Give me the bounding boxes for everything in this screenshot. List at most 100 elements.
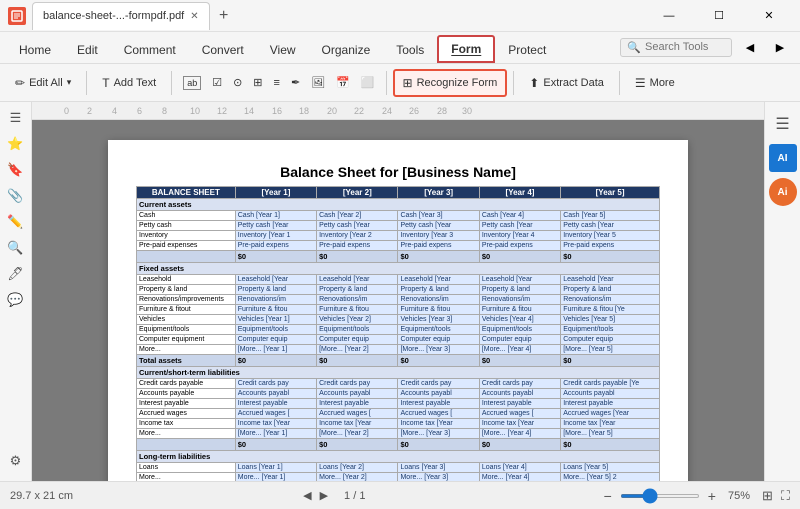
- tab-close-icon[interactable]: ✕: [190, 11, 198, 22]
- maximize-button[interactable]: ☐: [696, 0, 742, 32]
- panel-icon-settings[interactable]: ⚙: [4, 449, 28, 473]
- new-tab-button[interactable]: +: [212, 4, 236, 28]
- title-bar-controls: — ☐ ✕: [646, 0, 792, 32]
- nav-next-icon[interactable]: ▶: [320, 489, 328, 502]
- table-row: CashCash [Year 1]Cash [Year 2]Cash [Year…: [137, 211, 660, 221]
- panel-icon-menu[interactable]: ☰: [4, 106, 28, 130]
- table-row: Furniture & fitoutFurniture & fitouFurni…: [137, 305, 660, 315]
- subtotal-current-liab: $0$0$0$0$0: [137, 439, 660, 451]
- col-header-0: BALANCE SHEET: [137, 187, 236, 199]
- zoom-in-icon[interactable]: +: [708, 488, 716, 504]
- ribbon-tabs: Home Edit Comment Convert View Organize …: [0, 32, 800, 64]
- separator-5: [619, 71, 620, 95]
- main-area: ☰ ⭐ 🔖 📎 ✏️ 🔍 🖊 💬 ⚙ 0 2 4 6 8 10 12 14 16…: [0, 102, 800, 481]
- document-area[interactable]: Balance Sheet for [Business Name] BALANC…: [32, 120, 764, 481]
- list-box-button[interactable]: ≡: [269, 69, 285, 97]
- ribbon-right: 🔍 ◀ ▶: [620, 31, 794, 63]
- panel-icon-edit[interactable]: ✏️: [4, 210, 28, 234]
- table-row: More...More... [Year 1]More... [Year 2]M…: [137, 473, 660, 482]
- panel-icon-attach[interactable]: 📎: [4, 184, 28, 208]
- table-row: Accrued wagesAccrued wages [Accrued wage…: [137, 409, 660, 419]
- panel-right-ai-blue-icon[interactable]: AI: [769, 144, 797, 172]
- panel-icon-comment[interactable]: 💬: [4, 288, 28, 312]
- panel-right-ai-orange-icon[interactable]: Ai: [769, 178, 797, 206]
- minimize-button[interactable]: —: [646, 0, 692, 32]
- text-field-button[interactable]: ab: [178, 69, 206, 97]
- table-row: LeaseholdLeasehold [YearLeasehold [YearL…: [137, 275, 660, 285]
- ruler-horizontal: 0 2 4 6 8 10 12 14 16 18 20 22 24 26 28 …: [32, 102, 764, 120]
- button-field-button[interactable]: ⬜: [356, 69, 380, 97]
- tab-home[interactable]: Home: [6, 35, 64, 63]
- tab-edit[interactable]: Edit: [64, 35, 111, 63]
- close-button[interactable]: ✕: [746, 0, 792, 32]
- tab-protect[interactable]: Protect: [495, 35, 559, 63]
- section-current-assets: Current assets: [137, 199, 660, 211]
- zoom-out-icon[interactable]: −: [604, 488, 612, 504]
- document-page: Balance Sheet for [Business Name] BALANC…: [108, 140, 688, 481]
- table-row: Petty cashPetty cash [YearPetty cash [Ye…: [137, 221, 660, 231]
- recognize-form-button[interactable]: ⊞ Recognize Form: [393, 69, 508, 97]
- tab-convert[interactable]: Convert: [189, 35, 257, 63]
- section-label-current-liabilities: Current/short-term liabilities: [137, 367, 660, 379]
- separator-4: [513, 71, 514, 95]
- total-assets-row: Total assets$0$0$0$0$0: [137, 355, 660, 367]
- tab-view[interactable]: View: [257, 35, 309, 63]
- section-fixed-assets: Fixed assets: [137, 263, 660, 275]
- table-row: Accounts payableAccounts payablAccounts …: [137, 389, 660, 399]
- date-field-button[interactable]: 📅: [331, 69, 355, 97]
- radio-button[interactable]: ⊙: [228, 69, 247, 97]
- extract-data-label: Extract Data: [543, 77, 604, 89]
- col-header-2: [Year 2]: [317, 187, 398, 199]
- table-row: Income taxIncome tax [YearIncome tax [Ye…: [137, 419, 660, 429]
- edit-all-label: Edit All: [29, 77, 63, 89]
- table-row: Equipment/toolsEquipment/toolsEquipment/…: [137, 325, 660, 335]
- checkbox-button[interactable]: ☑: [207, 69, 227, 97]
- chevron-down-icon: ▾: [67, 77, 72, 88]
- content-area: 0 2 4 6 8 10 12 14 16 18 20 22 24 26 28 …: [32, 102, 764, 481]
- table-row: InventoryInventory [Year 1Inventory [Yea…: [137, 231, 660, 241]
- signature-button[interactable]: ✒: [286, 69, 305, 97]
- back-button[interactable]: ◀: [736, 31, 764, 63]
- section-label-longterm-liabilities: Long-term liabilities: [137, 451, 660, 463]
- add-text-button[interactable]: T Add Text: [93, 69, 165, 97]
- document-tab[interactable]: balance-sheet-...-formpdf.pdf ✕: [32, 2, 210, 30]
- col-header-1: [Year 1]: [235, 187, 316, 199]
- search-tools-input[interactable]: [645, 41, 725, 53]
- fullscreen-icon[interactable]: ⛶: [781, 488, 790, 504]
- more-button[interactable]: ☰ More: [626, 69, 684, 97]
- zoom-slider[interactable]: [620, 494, 700, 498]
- panel-icon-pages[interactable]: 🔖: [4, 158, 28, 182]
- edit-all-button[interactable]: ✏ Edit All ▾: [6, 69, 80, 97]
- fit-page-icon[interactable]: ⊞: [762, 488, 773, 504]
- image-button[interactable]: 🖼: [306, 69, 330, 97]
- forward-button[interactable]: ▶: [766, 31, 794, 63]
- tab-organize[interactable]: Organize: [309, 35, 384, 63]
- right-panel: ☰ AI Ai: [764, 102, 800, 481]
- table-row: VehiclesVehicles [Year 1]Vehicles [Year …: [137, 315, 660, 325]
- combo-box-button[interactable]: ⊞: [248, 69, 267, 97]
- toolbar: ✏ Edit All ▾ T Add Text ab ☑ ⊙ ⊞ ≡ ✒ 🖼 📅…: [0, 64, 800, 102]
- extract-icon: ⬆: [529, 76, 539, 90]
- section-current-liabilities: Current/short-term liabilities: [137, 367, 660, 379]
- tab-label: balance-sheet-...-formpdf.pdf: [43, 10, 184, 22]
- section-label-current-assets: Current assets: [137, 199, 660, 211]
- table-row: Property & landProperty & landProperty &…: [137, 285, 660, 295]
- table-header: BALANCE SHEET [Year 1] [Year 2] [Year 3]…: [137, 187, 660, 199]
- panel-icon-search[interactable]: 🔍: [4, 236, 28, 260]
- table-row: Pre-paid expensesPre-paid expensPre-paid…: [137, 241, 660, 251]
- tab-comment[interactable]: Comment: [111, 35, 189, 63]
- tab-tools[interactable]: Tools: [383, 35, 437, 63]
- table-row: More...[More... [Year 1][More... [Year 2…: [137, 429, 660, 439]
- extract-data-button[interactable]: ⬆ Extract Data: [520, 69, 613, 97]
- zoom-level: 75%: [728, 490, 750, 502]
- recognize-icon: ⊞: [403, 76, 413, 90]
- panel-icon-sign[interactable]: 🖊: [4, 262, 28, 286]
- nav-prev-icon[interactable]: ◀: [303, 489, 311, 502]
- panel-right-menu-icon[interactable]: ☰: [769, 110, 797, 138]
- field-buttons: ab ☑ ⊙ ⊞ ≡ ✒ 🖼 📅 ⬜: [178, 69, 379, 97]
- page-info: 1 / 1: [344, 490, 365, 502]
- more-icon: ☰: [635, 76, 646, 90]
- document-title: Balance Sheet for [Business Name]: [136, 164, 660, 180]
- panel-icon-bookmark[interactable]: ⭐: [4, 132, 28, 156]
- tab-form[interactable]: Form: [437, 35, 495, 63]
